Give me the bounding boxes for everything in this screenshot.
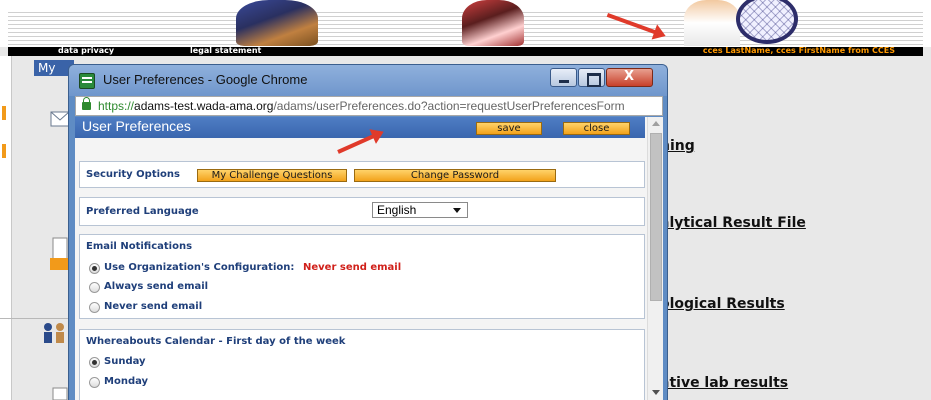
menu-link-analytical-result-file[interactable]: alytical Result File [660,215,806,231]
language-select[interactable]: English [372,202,468,218]
radio-label-sunday: Sunday [104,356,146,367]
report-icon [52,387,68,400]
window-title: User Preferences - Google Chrome [103,72,308,87]
radio-checked-icon[interactable] [89,263,100,274]
page-content: User Preferences save close Security Opt… [75,117,663,400]
email-notifications-section: Email Notifications Use Organization's C… [79,234,645,319]
vertical-scrollbar[interactable] [647,117,663,400]
close-button[interactable]: close [563,122,630,135]
org-config-value: Never send email [303,262,402,273]
first-day-of-week-label: Whereabouts Calendar - First day of the … [86,336,346,347]
site-link-bar: data privacy legal statement cces LastNa… [8,46,923,56]
side-divider [0,318,72,319]
email-notifications-label: Email Notifications [86,241,193,252]
athlete-photo-hurdler [236,0,318,46]
people-icon [44,323,64,343]
window-close-button[interactable] [606,68,653,87]
side-tab-icon [2,106,6,158]
menu-link-lab-results[interactable]: ative lab results [660,375,788,391]
scroll-up-arrow-icon[interactable] [652,121,660,126]
radio-label-monday: Monday [104,376,149,387]
url-text[interactable]: https://adams-test.wada-ama.org/adams/us… [98,99,625,113]
site-banner [0,0,931,47]
security-options-label: Security Options [86,169,180,180]
logged-in-user-info: cces LastName, cces FirstName from CCES [702,46,895,55]
scroll-down-arrow-icon[interactable] [652,390,660,395]
security-options-section: Security Options My Challenge Questions … [79,161,645,188]
scrollbar-thumb[interactable] [650,133,662,301]
preferences-header: User Preferences save close [75,117,645,138]
language-value: English [377,203,417,217]
radio-label-always-send: Always send email [104,281,209,292]
save-button[interactable]: save [476,122,542,135]
app-window-icon [79,73,95,89]
url-scheme: https:// [98,99,135,113]
athlete-photo-runner [462,0,524,46]
page-title: User Preferences [82,118,191,134]
first-day-of-week-section: Whereabouts Calendar - First day of the … [79,329,645,400]
change-password-button[interactable]: Change Password [354,169,556,182]
envelope-icon [50,111,70,127]
data-privacy-link[interactable]: data privacy [58,46,114,56]
athlete-photo-tennis [684,0,740,46]
minimize-button[interactable] [550,68,577,87]
radio-label-never-send: Never send email [104,301,203,312]
dropdown-caret-icon [453,208,461,213]
preferred-language-label: Preferred Language [86,206,199,217]
radio-checked-icon[interactable] [89,357,100,368]
challenge-questions-button[interactable]: My Challenge Questions [197,169,347,182]
chrome-popup-window: User Preferences - Google Chrome https:/… [68,64,668,400]
url-host: adams-test.wada-ama.org [134,99,274,113]
radio-unchecked-icon[interactable] [89,302,100,313]
address-bar[interactable]: https://adams-test.wada-ama.org/adams/us… [75,96,663,116]
preferred-language-section: Preferred Language English [79,197,645,226]
maximize-button[interactable] [578,68,605,87]
menu-link-hematological-results[interactable]: ological Results [660,296,785,312]
url-path: /adams/userPreferences.do?action=request… [273,99,625,113]
window-title-bar[interactable]: User Preferences - Google Chrome [69,65,667,96]
lock-icon [82,97,91,110]
document-icon [50,237,68,270]
legal-statement-link[interactable]: legal statement [190,46,261,56]
radio-unchecked-icon[interactable] [89,377,100,388]
radio-label-org-config: Use Organization's Configuration: [104,262,295,273]
radio-unchecked-icon[interactable] [89,282,100,293]
